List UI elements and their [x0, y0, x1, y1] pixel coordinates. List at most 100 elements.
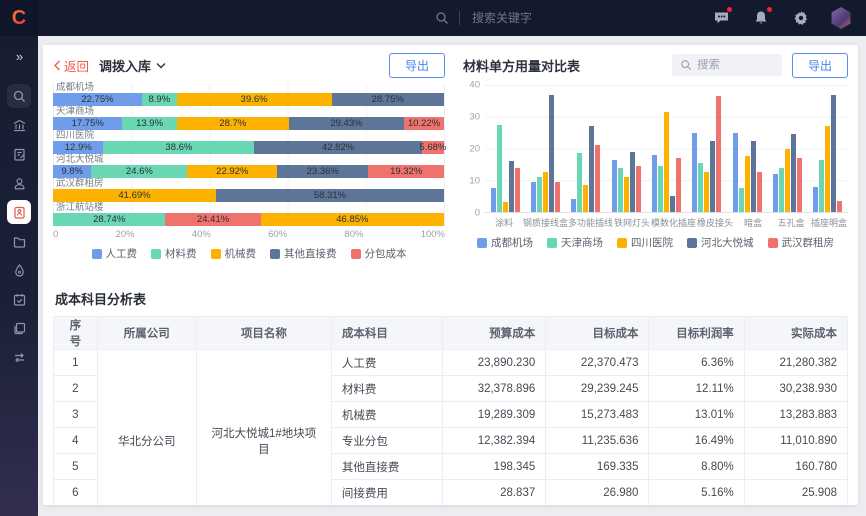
- sidebar-collapse-button[interactable]: »: [7, 44, 31, 68]
- search-icon: [680, 59, 692, 71]
- back-button[interactable]: 返回: [53, 56, 89, 75]
- sidebar-item-copies[interactable]: [7, 316, 31, 340]
- bar-category-label: 天津商场: [53, 107, 444, 117]
- grouped-bar: [757, 172, 762, 212]
- calendar-check-icon: [12, 292, 27, 307]
- grouped-bar: [791, 134, 796, 212]
- cell-target: 15,273.483: [546, 402, 649, 428]
- table-body: 1华北分公司河北大悦城1#地块项目人工费23,890.23022,370.473…: [54, 350, 848, 506]
- legend-label: 天津商场: [561, 235, 603, 250]
- topbar: C: [0, 0, 866, 36]
- grouped-bar: [825, 126, 830, 212]
- sidebar-item-materials[interactable]: [7, 258, 31, 282]
- sidebar-item-schedule[interactable]: [7, 287, 31, 311]
- gear-icon: [793, 10, 809, 26]
- chart-search-box[interactable]: [672, 54, 782, 76]
- legend-item[interactable]: 其他直接费: [270, 246, 337, 261]
- legend-label: 河北大悦城: [701, 235, 754, 250]
- cell-target: 169.335: [546, 454, 649, 480]
- stacked-bar: 17.75%13.9%28.7%29.43%10.22%: [53, 117, 444, 130]
- cell-seq: 2: [54, 376, 98, 402]
- global-search[interactable]: [435, 11, 582, 25]
- grouped-chart-card: 材料单方用量对比表 导出 010203040 涂: [463, 53, 848, 277]
- grouped-bar: [733, 133, 738, 212]
- legend-item[interactable]: 人工费: [92, 246, 138, 261]
- cell-actual: 25.908: [744, 480, 847, 506]
- grouped-bar: [515, 168, 520, 212]
- grouped-bar: [537, 177, 542, 212]
- notifications-button[interactable]: [750, 7, 772, 29]
- chart-search-input[interactable]: [697, 59, 767, 71]
- bar-segment: 24.6%: [91, 165, 187, 178]
- export-button-right[interactable]: 导出: [792, 53, 848, 78]
- report-type-dropdown[interactable]: 调拨入库: [99, 56, 166, 75]
- settings-button[interactable]: [790, 7, 812, 29]
- bar-segment: 39.6%: [177, 93, 332, 106]
- charts-row: 返回 调拨入库 导出 成都机场22.75%8.9%39.6%28.75%天津商场…: [53, 53, 848, 277]
- sidebar-item-cost-active[interactable]: [7, 200, 31, 224]
- legend-swatch: [617, 238, 627, 248]
- y-tick: 10: [469, 176, 480, 187]
- app-logo[interactable]: C: [0, 0, 38, 36]
- bar-segment: 19.32%: [368, 165, 444, 178]
- grouped-bar: [571, 199, 576, 212]
- cell-budget: 198.345: [443, 454, 546, 480]
- column-header: 实际成本: [744, 317, 847, 350]
- stacked-bar-row: 四川医院12.9%38.6%42.82%5.68%: [53, 131, 444, 154]
- grouped-bar: [751, 141, 756, 212]
- bar-group: [727, 85, 767, 212]
- grouped-bar: [503, 202, 508, 212]
- legend-item[interactable]: 四川医院: [617, 235, 673, 250]
- bar-segment: 22.75%: [53, 93, 142, 106]
- legend-item[interactable]: 成都机场: [477, 235, 533, 250]
- sidebar-item-documents[interactable]: [7, 142, 31, 166]
- grouped-chart-title: 材料单方用量对比表: [463, 56, 580, 75]
- sidebar-item-organization[interactable]: [7, 113, 31, 137]
- legend-label: 机械费: [225, 246, 257, 261]
- stacked-bar: 12.9%38.6%42.82%5.68%: [53, 141, 444, 154]
- search-input[interactable]: [472, 11, 582, 25]
- table-head: 序号所属公司项目名称成本科目预算成本目标成本目标利润率实际成本: [54, 317, 848, 350]
- grouped-bar: [555, 182, 560, 212]
- grouped-bar: [589, 126, 594, 212]
- transfer-arrows-icon: [12, 350, 27, 365]
- grouped-bar: [745, 156, 750, 212]
- column-header: 目标利润率: [649, 317, 744, 350]
- sidebar-item-search[interactable]: [7, 84, 31, 108]
- legend-item[interactable]: 武汉群租房: [768, 235, 835, 250]
- stacked-bar-row: 武汉群租房41.69%58.31%: [53, 179, 444, 202]
- legend-item[interactable]: 河北大悦城: [687, 235, 754, 250]
- cell-margin: 16.49%: [649, 428, 744, 454]
- bar-segment: 10.22%: [404, 117, 444, 130]
- grouped-bar: [612, 160, 617, 212]
- cell-subject: 专业分包: [331, 428, 442, 454]
- bar-category-label: 成都机场: [53, 83, 444, 93]
- cost-card-icon: [12, 205, 27, 220]
- logo-icon: C: [12, 8, 26, 28]
- copy-icon: [12, 321, 27, 336]
- legend-swatch: [211, 249, 221, 259]
- cell-budget: 23,890.230: [443, 350, 546, 376]
- grouped-bar: [831, 95, 836, 212]
- grouped-bar: [773, 174, 778, 212]
- grouped-bar: [819, 160, 824, 212]
- user-avatar[interactable]: [830, 7, 852, 29]
- bar-segment: 5.68%: [422, 141, 444, 154]
- legend-label: 其他直接费: [284, 246, 337, 261]
- cell-target: 11,235.636: [546, 428, 649, 454]
- bar-segment: 41.69%: [53, 189, 216, 202]
- legend-item[interactable]: 材料费: [151, 246, 197, 261]
- legend-item[interactable]: 机械费: [211, 246, 257, 261]
- sidebar-item-users[interactable]: [7, 171, 31, 195]
- sidebar-item-transfer[interactable]: [7, 345, 31, 369]
- x-tick: 60%: [268, 229, 287, 240]
- legend-item[interactable]: 分包成本: [351, 246, 407, 261]
- export-button-left[interactable]: 导出: [389, 53, 445, 78]
- cell-actual: 11,010.890: [744, 428, 847, 454]
- divider: [459, 11, 460, 25]
- grouped-bar: [549, 95, 554, 212]
- message-button[interactable]: [710, 7, 732, 29]
- grouped-y-axis: 010203040: [463, 85, 485, 213]
- legend-item[interactable]: 天津商场: [547, 235, 603, 250]
- sidebar-item-files[interactable]: [7, 229, 31, 253]
